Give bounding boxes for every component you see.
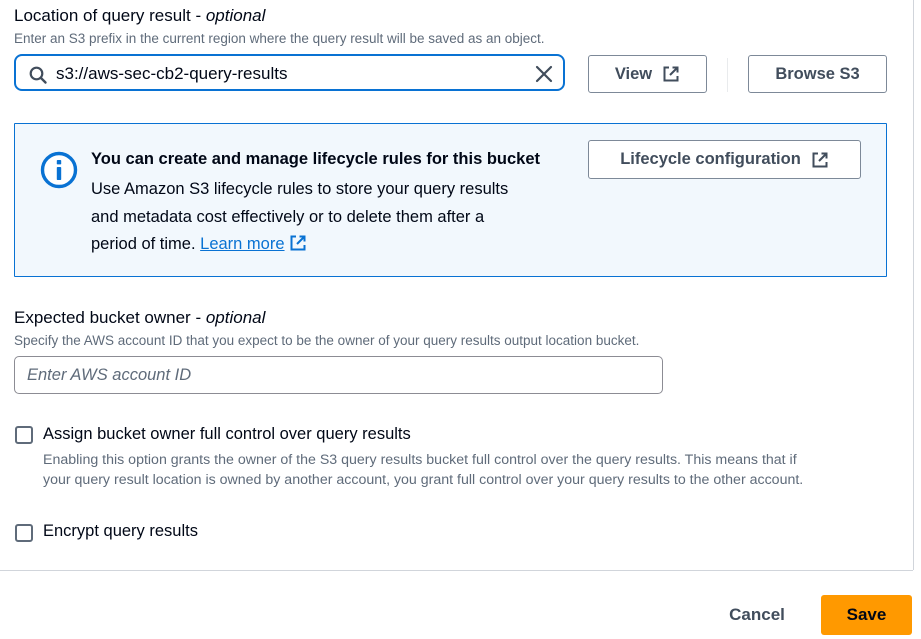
browse-s3-button[interactable]: Browse S3 (748, 55, 887, 93)
learn-more-link[interactable]: Learn more (200, 235, 306, 253)
cancel-button-label: Cancel (729, 605, 785, 624)
s3-location-input[interactable]: s3://aws-sec-cb2-query-results (14, 54, 565, 91)
info-body-line: period of time. Learn more (91, 231, 561, 259)
assign-control-description-line: Enabling this option grants the owner of… (43, 452, 797, 468)
divider (727, 58, 728, 92)
browse-s3-button-label: Browse S3 (775, 64, 860, 83)
external-link-icon (663, 66, 679, 82)
encrypt-checkbox[interactable] (15, 524, 33, 542)
assign-control-label[interactable]: Assign bucket owner full control over qu… (43, 425, 411, 444)
info-panel-title: You can create and manage lifecycle rule… (91, 150, 541, 168)
assign-control-checkbox[interactable] (15, 426, 33, 444)
encrypt-label[interactable]: Encrypt query results (43, 522, 198, 541)
assign-control-description: Enabling this option grants the owner of… (43, 450, 803, 490)
clear-icon[interactable] (534, 64, 554, 84)
account-id-field[interactable] (14, 356, 663, 394)
expected-owner-description: Specify the AWS account ID that you expe… (14, 333, 640, 348)
expected-owner-label: Expected bucket owner - optional (14, 308, 265, 328)
lifecycle-configuration-label: Lifecycle configuration (620, 150, 801, 168)
search-icon (29, 66, 47, 84)
account-id-input[interactable] (15, 357, 662, 393)
query-result-location-description: Enter an S3 prefix in the current region… (14, 31, 545, 46)
external-link-icon (290, 235, 306, 251)
external-link-icon (812, 152, 828, 167)
assign-control-description-line: your query result location is owned by a… (43, 472, 804, 488)
panel-border (913, 0, 914, 570)
query-result-location-label: Location of query result - optional (14, 6, 265, 26)
save-button[interactable]: Save (821, 595, 912, 635)
info-body-line-text: period of time. (91, 235, 201, 253)
info-body-line: Use Amazon S3 lifecycle rules to store y… (91, 180, 509, 198)
info-icon (40, 151, 78, 189)
query-result-location-label-text: Location of query result - (14, 6, 206, 25)
lifecycle-configuration-button[interactable]: Lifecycle configuration (588, 140, 861, 179)
optional-text: optional (205, 308, 266, 327)
view-button[interactable]: View (588, 55, 707, 93)
panel-border (0, 570, 913, 571)
learn-more-label[interactable]: Learn more (200, 235, 284, 253)
s3-location-value[interactable]: s3://aws-sec-cb2-query-results (56, 64, 287, 84)
expected-owner-label-text: Expected bucket owner - (14, 308, 206, 327)
cancel-button[interactable]: Cancel (712, 598, 802, 632)
info-panel-body: Use Amazon S3 lifecycle rules to store y… (91, 176, 561, 259)
view-button-label: View (614, 64, 653, 83)
info-body-line: and metadata cost effectively or to dele… (91, 207, 485, 226)
optional-text: optional (205, 6, 266, 25)
save-button-label: Save (846, 605, 887, 624)
